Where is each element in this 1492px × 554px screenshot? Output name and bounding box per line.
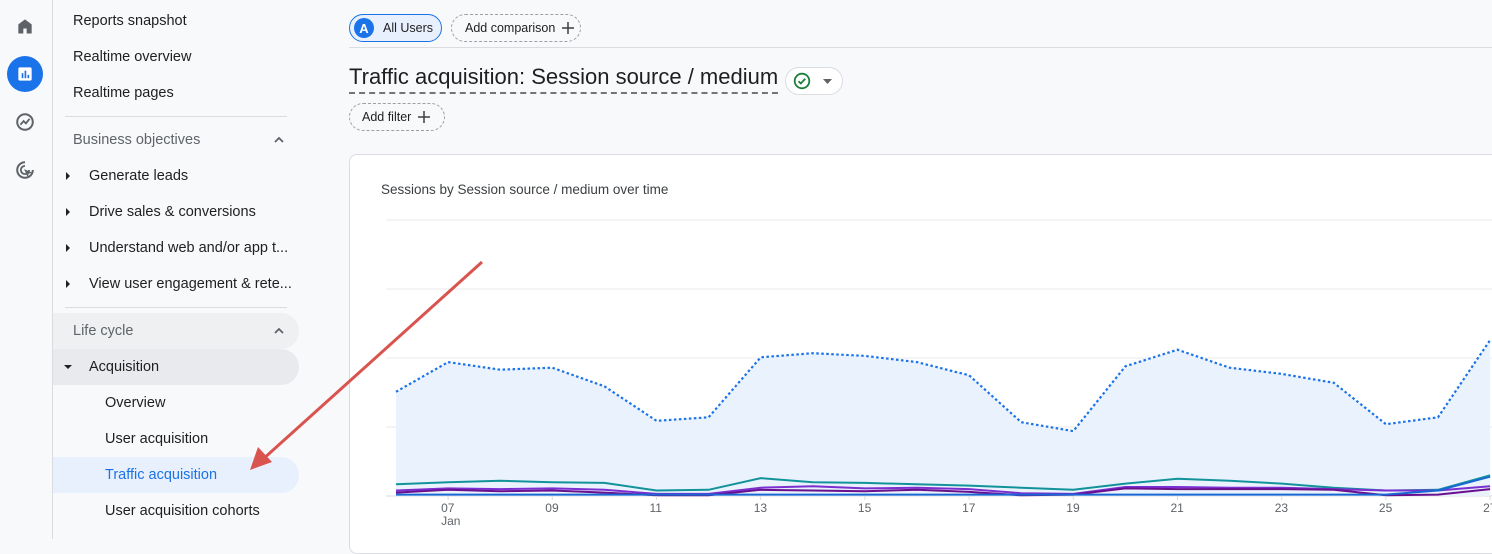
- x-tick-label: 27: [1483, 501, 1492, 515]
- x-tick-label: 19: [1066, 501, 1080, 515]
- x-tick-label: 25: [1379, 501, 1393, 515]
- x-tick-sublabel: Jan: [441, 514, 460, 528]
- x-tick-label: 09: [545, 501, 559, 515]
- x-tick-label: 11: [650, 501, 663, 515]
- series-area-0: [396, 340, 1491, 496]
- x-tick-label: 17: [962, 501, 976, 515]
- x-tick-label: 07: [441, 501, 455, 515]
- x-tick-label: 23: [1275, 501, 1289, 515]
- x-tick-label: 13: [754, 501, 768, 515]
- x-tick-label: 15: [858, 501, 872, 515]
- x-tick-label: 21: [1171, 501, 1185, 515]
- line-chart: 07Jan 09 11 13 15 17 19 21 23 25 27: [386, 219, 1492, 528]
